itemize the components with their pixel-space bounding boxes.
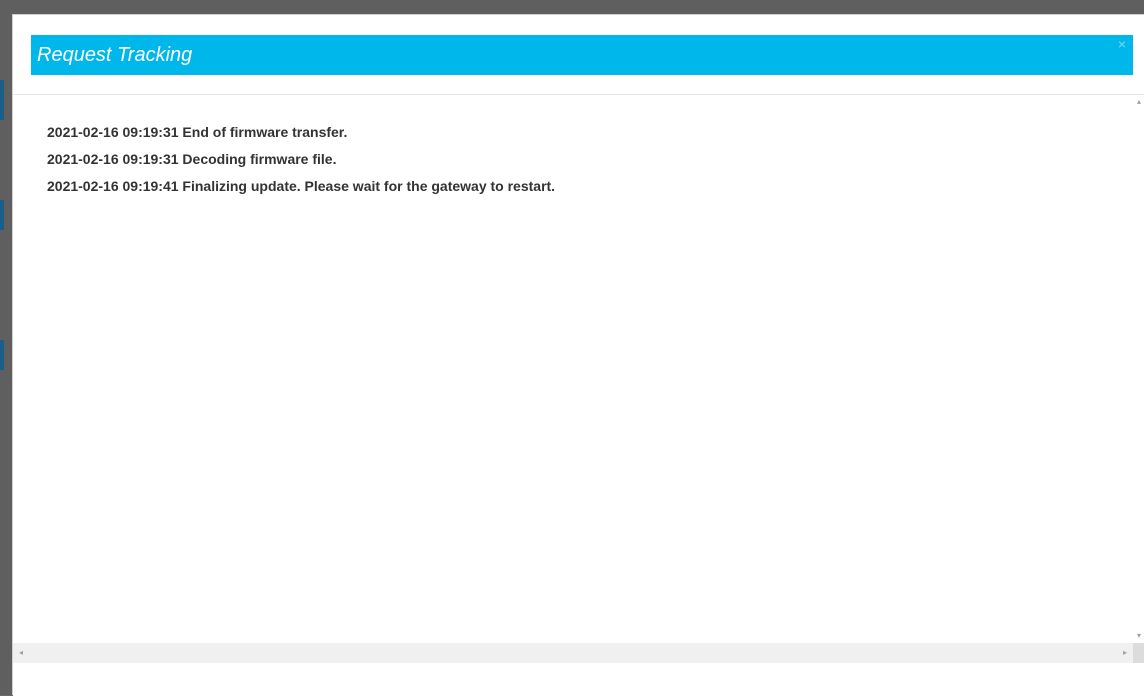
log-panel[interactable]: 2021-02-16 09:19:31 End of firmware tran… [13, 95, 1133, 643]
log-entry: 2021-02-16 09:19:31 End of firmware tran… [47, 124, 348, 140]
scroll-left-arrow-icon[interactable]: ◂ [13, 643, 29, 663]
backdrop-accent [0, 200, 4, 230]
dialog-title: Request Tracking [37, 44, 193, 66]
dialog-title-bar: Request Tracking × [31, 35, 1133, 75]
dialog-footer [13, 663, 1144, 696]
vertical-scrollbar[interactable]: ▴ ▾ [1133, 95, 1144, 643]
log-entry: 2021-02-16 09:19:31 Decoding firmware fi… [47, 151, 337, 167]
scroll-down-arrow-icon[interactable]: ▾ [1133, 629, 1144, 643]
horizontal-scrollbar[interactable]: ◂ ▸ [13, 643, 1133, 663]
request-tracking-dialog: Request Tracking × 2021-02-16 09:19:31 E… [12, 14, 1144, 696]
scroll-up-arrow-icon[interactable]: ▴ [1133, 95, 1144, 109]
log-entry: 2021-02-16 09:19:41 Finalizing update. P… [47, 178, 556, 194]
close-icon[interactable]: × [1115, 37, 1129, 51]
scrollbar-corner [1133, 643, 1144, 663]
backdrop-accent [0, 340, 4, 370]
scroll-right-arrow-icon[interactable]: ▸ [1117, 643, 1133, 663]
backdrop-accent [0, 80, 4, 120]
log-list: 2021-02-16 09:19:31 End of firmware tran… [47, 119, 555, 200]
